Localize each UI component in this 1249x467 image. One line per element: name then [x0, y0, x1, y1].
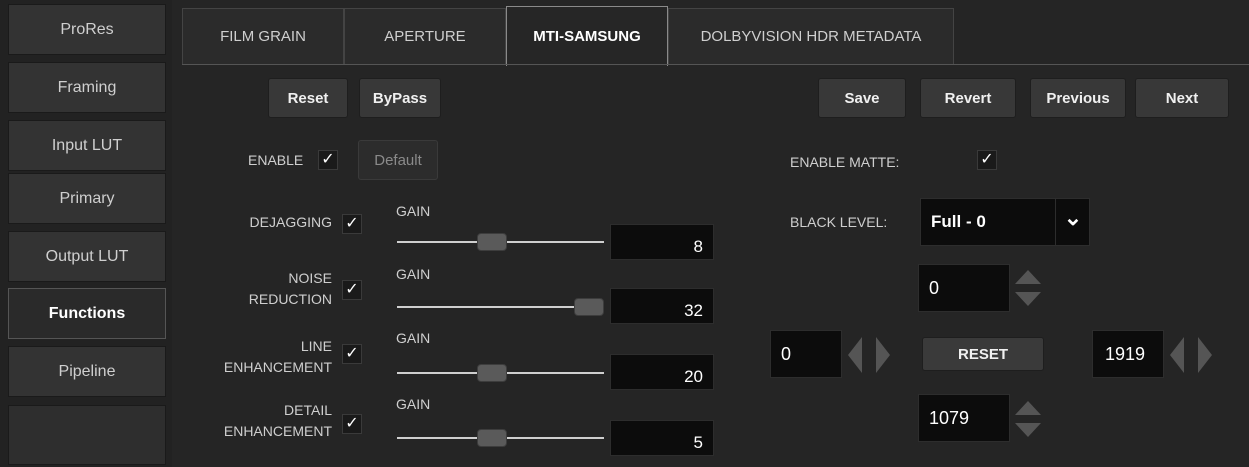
detail-enhancement-label-line1: DETAIL	[284, 402, 332, 418]
sidebar-item-prores[interactable]: ProRes	[8, 4, 166, 55]
tab-label: DOLBYVISION HDR METADATA	[700, 28, 922, 45]
dejagging-checkbox[interactable]: ✓	[342, 214, 362, 234]
noise-reduction-label-line1: NOISE	[288, 270, 332, 286]
matte-bottom-increment-icon[interactable]	[1015, 401, 1041, 415]
sidebar-item-label: Output LUT	[45, 247, 129, 265]
tab-divider	[182, 64, 1249, 65]
enable-checkbox[interactable]: ✓	[318, 150, 338, 170]
matte-left-input[interactable]: 0	[770, 330, 842, 378]
line-enhancement-gain-label: GAIN	[396, 330, 431, 346]
default-button[interactable]: Default	[358, 140, 438, 180]
detail-enhancement-label: DETAIL ENHANCEMENT	[192, 400, 332, 442]
line-enhancement-label-line1: LINE	[300, 338, 332, 354]
noise-reduction-label: NOISE REDUCTION	[212, 268, 332, 310]
black-level-select[interactable]: Full - 0 ⌄	[920, 198, 1090, 246]
sidebar-item-output-lut[interactable]: Output LUT	[8, 231, 166, 282]
sidebar-item-label: Pipeline	[58, 362, 116, 380]
next-button[interactable]: Next	[1135, 78, 1229, 118]
sidebar-item-label: Input LUT	[51, 136, 123, 154]
detail-enhancement-slider-thumb[interactable]	[476, 429, 507, 447]
sidebar-item-label: ProRes	[60, 20, 114, 38]
tab-label: APERTURE	[384, 28, 466, 45]
detail-enhancement-gain-label: GAIN	[396, 396, 431, 412]
sidebar-empty-slot	[8, 405, 166, 465]
sidebar-item-functions[interactable]: Functions	[8, 288, 166, 339]
dejagging-gain-label: GAIN	[396, 203, 431, 219]
tab-dolbyvision-hdr-metadata[interactable]: DOLBYVISION HDR METADATA	[668, 8, 954, 64]
enable-label: ENABLE	[248, 152, 304, 168]
sidebar-item-input-lut[interactable]: Input LUT	[8, 120, 166, 171]
bypass-button[interactable]: ByPass	[359, 78, 441, 118]
sidebar: ProRes Framing Input LUT Primary Output …	[0, 0, 172, 467]
revert-button[interactable]: Revert	[920, 78, 1016, 118]
matte-right-input[interactable]: 1919	[1092, 330, 1164, 378]
enable-matte-checkbox[interactable]: ✓	[977, 150, 997, 170]
sidebar-item-primary[interactable]: Primary	[8, 173, 166, 224]
matte-top-input[interactable]: 0	[918, 264, 1010, 312]
noise-reduction-gain-label: GAIN	[396, 266, 431, 282]
noise-reduction-checkbox[interactable]: ✓	[342, 280, 362, 300]
reset-button[interactable]: Reset	[268, 78, 348, 118]
enable-matte-label: ENABLE MATTE:	[790, 154, 900, 170]
tab-label: MTI-SAMSUNG	[533, 28, 641, 45]
matte-reset-button[interactable]: RESET	[922, 337, 1044, 371]
dejagging-label: DEJAGGING	[222, 214, 332, 230]
matte-top-increment-icon[interactable]	[1015, 270, 1041, 284]
line-enhancement-slider-thumb[interactable]	[476, 364, 507, 382]
detail-enhancement-gain-value[interactable]: 5	[610, 420, 714, 456]
matte-right-increment-icon[interactable]	[1198, 337, 1212, 373]
matte-left-decrement-icon[interactable]	[848, 337, 862, 373]
dejagging-label-text: DEJAGGING	[249, 214, 332, 230]
dejagging-slider-thumb[interactable]	[476, 233, 507, 251]
save-button[interactable]: Save	[818, 78, 906, 118]
line-enhancement-label: LINE ENHANCEMENT	[192, 336, 332, 378]
line-enhancement-gain-value[interactable]: 20	[610, 354, 714, 390]
sidebar-item-label: Functions	[48, 304, 126, 322]
sidebar-item-framing[interactable]: Framing	[8, 62, 166, 113]
sidebar-item-label: Primary	[59, 189, 115, 207]
previous-button[interactable]: Previous	[1030, 78, 1126, 118]
detail-enhancement-checkbox[interactable]: ✓	[342, 414, 362, 434]
line-enhancement-checkbox[interactable]: ✓	[342, 344, 362, 364]
sidebar-item-pipeline[interactable]: Pipeline	[8, 346, 166, 397]
chevron-down-icon[interactable]: ⌄	[1061, 205, 1085, 235]
dejagging-gain-value[interactable]: 8	[610, 224, 714, 260]
tab-mti-samsung[interactable]: MTI-SAMSUNG	[506, 6, 668, 66]
matte-right-decrement-icon[interactable]	[1170, 337, 1184, 373]
matte-bottom-input[interactable]: 1079	[918, 394, 1010, 442]
black-level-label: BLACK LEVEL:	[790, 214, 888, 230]
noise-reduction-slider-track[interactable]	[397, 306, 604, 308]
select-divider	[1055, 199, 1056, 245]
tab-film-grain[interactable]: FILM GRAIN	[182, 8, 344, 64]
noise-reduction-gain-value[interactable]: 32	[610, 288, 714, 324]
line-enhancement-label-line2: ENHANCEMENT	[223, 359, 332, 375]
black-level-value: Full - 0	[931, 212, 986, 231]
tab-label: FILM GRAIN	[220, 28, 306, 45]
noise-reduction-slider-thumb[interactable]	[574, 298, 604, 316]
noise-reduction-label-line2: REDUCTION	[248, 291, 332, 307]
matte-bottom-decrement-icon[interactable]	[1015, 423, 1041, 437]
detail-enhancement-label-line2: ENHANCEMENT	[223, 423, 332, 439]
matte-top-decrement-icon[interactable]	[1015, 292, 1041, 306]
matte-left-increment-icon[interactable]	[876, 337, 890, 373]
tab-aperture[interactable]: APERTURE	[344, 8, 506, 64]
sidebar-item-label: Framing	[57, 78, 117, 96]
